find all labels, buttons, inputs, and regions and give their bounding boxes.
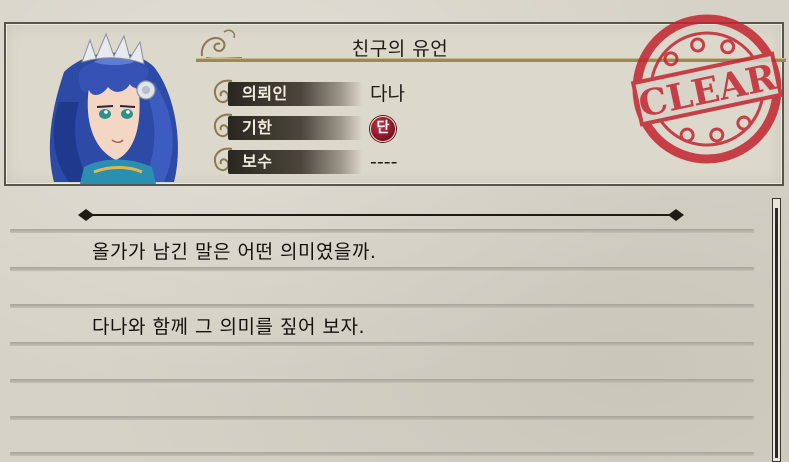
ruled-line: [10, 452, 754, 456]
field-label-client: 의뢰인: [242, 84, 288, 103]
field-label-deadline: 기한: [242, 118, 273, 137]
ruled-line: [10, 229, 754, 233]
clear-stamp-icon: CLEAR: [630, 14, 784, 164]
field-value-client: 다나: [370, 83, 405, 105]
field-row-reward: 보수 ----: [200, 147, 450, 177]
description-line-2: 다나와 함께 그 의미를 짚어 보자.: [92, 316, 365, 338]
deadline-badge: 단: [370, 116, 396, 142]
field-row-deadline: 기한 단: [200, 113, 450, 143]
ruled-line: [10, 304, 754, 308]
ruled-line: [10, 416, 754, 420]
description-line-1: 올가가 남긴 말은 어떤 의미였을까.: [92, 241, 377, 263]
ruled-line: [10, 379, 754, 383]
section-divider: [78, 209, 684, 221]
ruled-line: [10, 267, 754, 271]
title-scroll-ornament-icon: [200, 29, 242, 60]
scrollbar-thumb[interactable]: [775, 208, 778, 458]
field-label-reward: 보수: [242, 152, 273, 171]
quest-title: 친구의 유언: [351, 38, 449, 60]
ruled-line: [10, 342, 754, 346]
character-portrait: [49, 32, 178, 184]
field-value-reward: ----: [370, 151, 398, 173]
field-row-client: 의뢰인 다나: [200, 79, 450, 109]
